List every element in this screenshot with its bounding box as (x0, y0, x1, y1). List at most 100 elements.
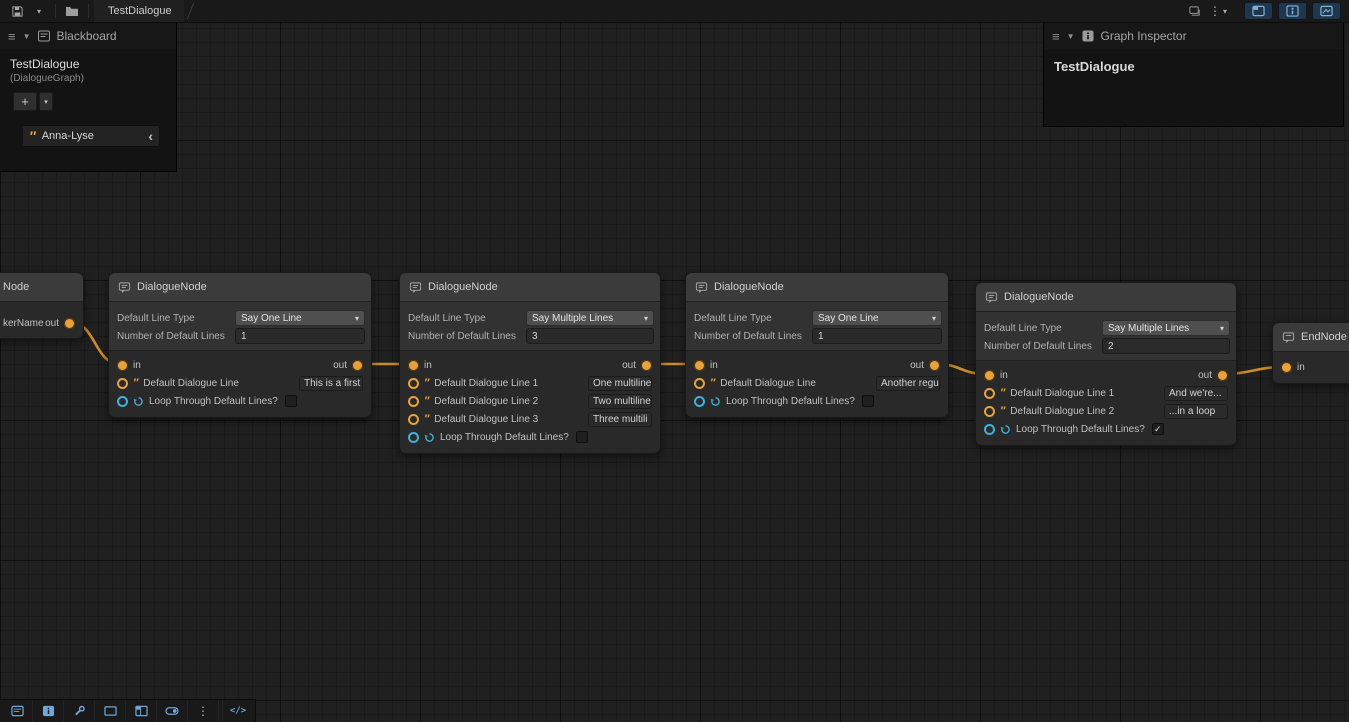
port-out-icon[interactable] (929, 360, 940, 371)
display-toggle-button[interactable] (157, 700, 188, 722)
port-in-icon[interactable] (984, 370, 995, 381)
num-lines-field[interactable]: 2 (1102, 338, 1230, 354)
dialogue-node-2[interactable]: DialogueNode Default Line Type Say Multi… (399, 272, 661, 454)
loop-port-icon[interactable] (408, 432, 419, 443)
layout-panels-button[interactable] (126, 700, 157, 722)
blackboard-item-anna-lyse[interactable]: ″ Anna-Lyse ‹ (22, 125, 160, 147)
open-folder-button[interactable] (61, 1, 83, 21)
input-port[interactable]: in (408, 360, 432, 371)
output-port[interactable]: out (1198, 370, 1228, 381)
toggle-blackboard-button[interactable] (1244, 2, 1273, 20)
dialogue-line-field[interactable]: Three multili (588, 412, 652, 427)
inspector-panel-button[interactable] (33, 700, 64, 722)
chevron-left-icon[interactable]: ‹ (148, 129, 153, 143)
code-icon: </> (230, 706, 246, 716)
port-out-icon[interactable] (641, 360, 652, 371)
port-in-icon[interactable] (1281, 362, 1292, 373)
dialogue-node-1[interactable]: DialogueNode Default Line Type Say One L… (108, 272, 372, 418)
add-property-button[interactable]: + (13, 92, 37, 111)
dialogue-line-value: This is a first (304, 378, 360, 389)
blackboard-panel-button[interactable] (2, 700, 33, 722)
output-port[interactable]: out (333, 360, 363, 371)
port-in-icon[interactable] (694, 360, 705, 371)
node-title-bar[interactable]: EndNode (1273, 323, 1349, 352)
collapse-caret-icon[interactable]: ▼ (23, 32, 31, 41)
port-out-icon[interactable] (1217, 370, 1228, 381)
loop-checkbox[interactable] (862, 395, 874, 407)
node-title-bar[interactable]: DialogueNode (400, 273, 660, 302)
output-port[interactable]: out (45, 318, 75, 329)
dialogue-node-4[interactable]: DialogueNode Default Line Type Say Multi… (975, 282, 1237, 446)
input-port[interactable]: in (694, 360, 718, 371)
line-port-icon[interactable] (408, 396, 419, 407)
dialogue-line-field[interactable]: Another regu (876, 376, 940, 391)
node-title-bar[interactable]: DialogueNode (109, 273, 371, 302)
line-port-icon[interactable] (984, 406, 995, 417)
loop-port-icon[interactable] (694, 396, 705, 407)
quote-icon: ″ (1000, 406, 1005, 417)
script-button[interactable]: </> (222, 700, 253, 722)
port-out-icon[interactable] (352, 360, 363, 371)
dialogue-line-field[interactable]: One multiline (588, 376, 652, 391)
save-button[interactable] (6, 1, 28, 21)
more-options-button[interactable]: ⋮ (188, 700, 219, 722)
menu-icon[interactable]: ≡ (8, 29, 16, 44)
num-lines-field[interactable]: 3 (526, 328, 654, 344)
loop-label: Loop Through Default Lines? (440, 432, 569, 443)
loop-checkbox[interactable] (576, 431, 588, 443)
tools-button[interactable] (64, 700, 95, 722)
port-out-icon[interactable] (64, 318, 75, 329)
save-dropdown-button[interactable]: ▾ (28, 1, 50, 21)
dialogue-line-field[interactable]: And we're... (1164, 386, 1228, 401)
num-lines-field[interactable]: 1 (235, 328, 365, 344)
blackboard-header[interactable]: ≡ ▼ Blackboard (0, 23, 176, 49)
toolbar-separator (55, 4, 56, 18)
port-in-label: in (1000, 370, 1008, 381)
overflow-menu-button[interactable]: ⋮ ▾ (1206, 1, 1230, 21)
loop-checkbox[interactable] (285, 395, 297, 407)
line-port-icon[interactable] (117, 378, 128, 389)
speaker-node-partial[interactable]: Node kerName out (0, 272, 84, 339)
line-port-icon[interactable] (694, 378, 705, 389)
dialogue-line-field[interactable]: ...in a loop (1164, 404, 1228, 419)
line-type-dropdown[interactable]: Say One Line ▾ (235, 310, 365, 326)
toggle-minimap-button[interactable] (1312, 2, 1341, 20)
end-node[interactable]: EndNode in (1272, 322, 1349, 384)
port-in-icon[interactable] (117, 360, 128, 371)
node-title-bar[interactable]: DialogueNode (686, 273, 948, 302)
line-port-icon[interactable] (408, 378, 419, 389)
line-type-dropdown[interactable]: Say One Line ▾ (812, 310, 942, 326)
dialogue-line-field[interactable]: This is a first (299, 376, 363, 391)
toggle-inspector-button[interactable] (1278, 2, 1307, 20)
loop-checkbox[interactable]: ✓ (1152, 423, 1164, 435)
line-type-row: Default Line Type Say One Line ▾ (115, 310, 365, 326)
layers-button[interactable] (1184, 1, 1206, 21)
input-port[interactable]: in (117, 360, 141, 371)
dialogue-line-field[interactable]: Two multiline (588, 394, 652, 409)
line-port-icon[interactable] (984, 388, 995, 399)
node-title-bar[interactable]: Node (0, 273, 83, 302)
collapse-caret-icon[interactable]: ▼ (1067, 32, 1075, 41)
input-port[interactable]: in (1281, 362, 1305, 373)
minimap-button[interactable] (95, 700, 126, 722)
num-lines-row: Number of Default Lines 3 (406, 328, 654, 344)
port-in-label: in (133, 360, 141, 371)
breadcrumb-tab-testdialogue[interactable]: TestDialogue (94, 0, 184, 22)
output-port[interactable]: out (910, 360, 940, 371)
loop-port-icon[interactable] (117, 396, 128, 407)
output-port[interactable]: out (622, 360, 652, 371)
loop-port-icon[interactable] (984, 424, 995, 435)
add-property-dropdown-button[interactable]: ▾ (39, 92, 53, 111)
num-lines-label: Number of Default Lines (406, 331, 526, 342)
input-port[interactable]: in (984, 370, 1008, 381)
port-in-icon[interactable] (408, 360, 419, 371)
graph-inspector-header[interactable]: ≡ ▼ Graph Inspector (1044, 23, 1343, 49)
num-lines-field[interactable]: 1 (812, 328, 942, 344)
menu-icon[interactable]: ≡ (1052, 29, 1060, 44)
dialogue-line-label: Default Dialogue Line 2 (1010, 406, 1159, 417)
line-type-dropdown[interactable]: Say Multiple Lines ▾ (1102, 320, 1230, 336)
dialogue-node-3[interactable]: DialogueNode Default Line Type Say One L… (685, 272, 949, 418)
node-title-bar[interactable]: DialogueNode (976, 283, 1236, 312)
line-type-dropdown[interactable]: Say Multiple Lines ▾ (526, 310, 654, 326)
line-port-icon[interactable] (408, 414, 419, 425)
